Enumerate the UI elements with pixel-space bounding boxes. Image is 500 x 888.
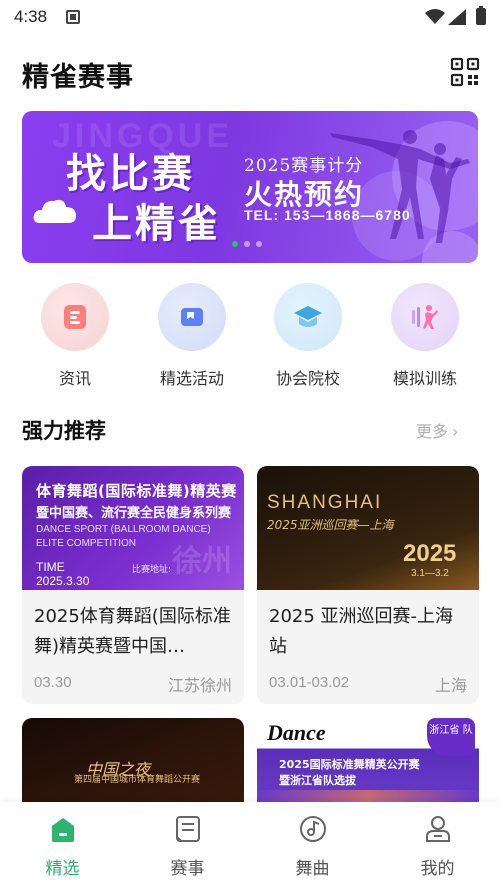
- poster-dates: 3.1—3.2: [411, 568, 449, 579]
- poster-line: 体育舞蹈(国际标准舞)精英赛: [36, 482, 237, 500]
- banner-phone: TEL: 153—1868—6780: [244, 207, 411, 223]
- school-icon: [294, 306, 322, 327]
- music-icon: [298, 814, 328, 844]
- event-date: 03.01-03.02: [269, 674, 350, 691]
- carousel-dot: [244, 241, 250, 247]
- home-icon: [48, 814, 78, 844]
- more-label: 更多: [416, 422, 449, 441]
- quick-item-label: 资讯: [58, 369, 91, 388]
- quick-item-bg: [41, 283, 109, 351]
- bottom-tab-bar: 精选 赛事 舞曲 我的: [0, 802, 500, 888]
- tab-label: 舞曲: [295, 859, 330, 879]
- event-title: 2025体育舞蹈(国际标准舞)精英赛暨中国…: [34, 606, 231, 657]
- event-card[interactable]: 中国之夜 第四届中国城市体育舞蹈公开赛: [22, 718, 244, 808]
- event-card[interactable]: SHANGHAI 2025亚洲巡回赛—上海 2025 3.1—3.2 2025 …: [257, 466, 479, 704]
- event-poster: 体育舞蹈(国际标准舞)精英赛 暨中国赛、流行赛全民健身系列赛 DANCE SPO…: [22, 466, 244, 590]
- battery-icon: [476, 6, 486, 25]
- training-icon: [412, 305, 438, 329]
- quick-menu: 资讯 精选活动 协会院校 模拟训练: [0, 280, 500, 390]
- tab-music[interactable]: 舞曲: [250, 814, 375, 879]
- event-city: 江苏徐州: [167, 676, 232, 695]
- event-date: 03.30: [34, 674, 72, 691]
- tab-events[interactable]: 赛事: [125, 814, 250, 879]
- banner-slogan-line2: 上精雀: [92, 200, 221, 247]
- tab-label: 精选: [45, 859, 80, 879]
- qr-scan-icon: [450, 57, 480, 87]
- tab-label: 赛事: [170, 859, 205, 879]
- quick-item-bg: [391, 283, 459, 351]
- cloud-icon: [33, 199, 76, 223]
- poster-line: 暨浙江省队选拔: [279, 774, 356, 787]
- quick-item-bg: [274, 283, 342, 351]
- activity-icon: [181, 308, 203, 326]
- poster-line: SHANGHAI: [267, 492, 383, 513]
- carousel-dot: [256, 241, 262, 247]
- news-icon: [64, 305, 86, 329]
- poster-brand: Dance: [267, 720, 326, 745]
- poster-time: 2025.3.30: [36, 574, 90, 588]
- status-bar: 4:38: [0, 0, 500, 36]
- poster-time-label: TIME: [36, 560, 65, 574]
- quick-item-label: 协会院校: [275, 369, 340, 388]
- quick-item-label: 精选活动: [159, 369, 224, 388]
- promo-banner[interactable]: JINGQUE 找比赛 上精雀 2025赛事计分 火热预约 TEL: 153—1…: [22, 111, 478, 263]
- poster-en-line: ELITE COMPETITION: [36, 538, 137, 549]
- events-icon: [173, 814, 203, 844]
- notification-icon: [66, 10, 80, 24]
- quick-item-bg: [158, 283, 226, 351]
- quick-item-schools[interactable]: 协会院校: [258, 280, 358, 389]
- profile-icon: [423, 814, 453, 844]
- quick-item-label: 模拟训练: [392, 369, 457, 388]
- event-card[interactable]: Dance 浙江省 队 2025国际标准舞精英公开赛 暨浙江省队选拔: [257, 718, 479, 808]
- event-title: 2025 亚洲巡回赛-上海站: [269, 606, 454, 657]
- signal-icon: [448, 9, 466, 25]
- poster-line: 2025国际标准舞精英公开赛: [279, 758, 420, 771]
- event-card[interactable]: 体育舞蹈(国际标准舞)精英赛 暨中国赛、流行赛全民健身系列赛 DANCE SPO…: [22, 466, 244, 704]
- carousel-indicator: [232, 241, 262, 247]
- quick-item-training[interactable]: 模拟训练: [375, 280, 475, 389]
- more-link[interactable]: 更多 ›: [416, 418, 458, 442]
- tab-label: 我的: [420, 859, 455, 879]
- event-poster: SHANGHAI 2025亚洲巡回赛—上海 2025 3.1—3.2: [257, 466, 479, 590]
- wifi-icon: [425, 9, 445, 24]
- poster-badge: 浙江省 队: [427, 718, 475, 756]
- carousel-dot-active: [232, 241, 238, 247]
- poster-en-line: DANCE SPORT (BALLROOM DANCE): [36, 524, 211, 535]
- status-time: 4:38: [14, 7, 48, 26]
- tab-profile[interactable]: 我的: [375, 814, 500, 879]
- quick-item-news[interactable]: 资讯: [25, 280, 125, 389]
- poster-line: 暨中国赛、流行赛全民健身系列赛: [36, 506, 232, 521]
- section-title: 强力推荐: [22, 419, 106, 443]
- poster-year: 2025: [403, 540, 457, 567]
- poster-watermark: 徐州: [172, 544, 232, 579]
- poster-line: 2025亚洲巡回赛—上海: [267, 518, 394, 532]
- chevron-right-icon: ›: [452, 422, 459, 441]
- event-city: 上海: [434, 676, 467, 695]
- page-title: 精雀赛事: [22, 62, 134, 93]
- poster-line: 第四届中国城市体育舞蹈公开赛: [73, 775, 200, 785]
- poster-venue: 比赛地址:: [132, 565, 172, 575]
- scan-button[interactable]: [449, 56, 481, 88]
- tab-home[interactable]: 精选: [0, 814, 125, 879]
- quick-item-activities[interactable]: 精选活动: [142, 280, 242, 389]
